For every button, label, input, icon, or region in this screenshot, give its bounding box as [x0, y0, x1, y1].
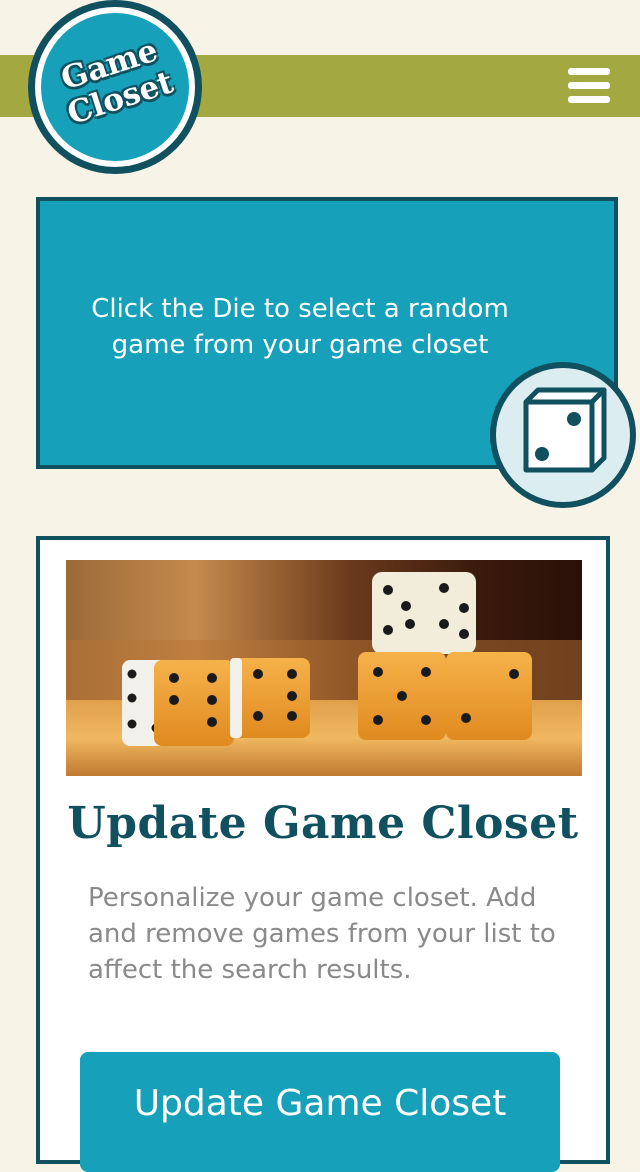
dice-photo — [66, 560, 582, 776]
dice-photo-image — [66, 560, 582, 776]
update-closet-card: Update Game Closet Personalize your game… — [36, 536, 610, 1172]
logo-text: Game Closet — [34, 26, 196, 138]
random-die-button[interactable] — [490, 362, 636, 508]
hamburger-menu-icon[interactable] — [568, 66, 612, 106]
random-game-instructions: Click the Die to select a random game fr… — [91, 294, 509, 360]
game-closet-logo[interactable]: Game Closet — [28, 0, 202, 174]
menu-line — [568, 82, 610, 89]
menu-line — [568, 68, 610, 75]
card-description: Personalize your game closet. Add and re… — [88, 883, 556, 985]
menu-line — [568, 96, 610, 103]
card-title: Update Game Closet — [67, 798, 579, 849]
die-icon — [523, 387, 607, 473]
logo-core: Game Closet — [41, 13, 189, 161]
update-game-closet-button[interactable]: Update Game Closet — [80, 1052, 560, 1172]
